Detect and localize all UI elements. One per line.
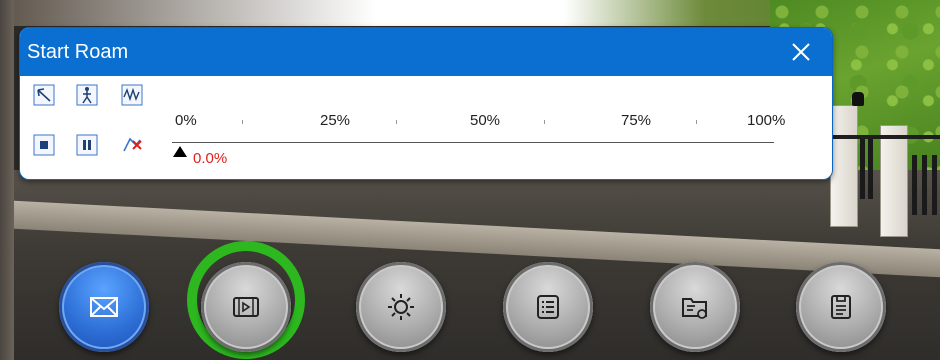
tick-label-100: 100% bbox=[747, 112, 786, 129]
walk-mode-icon bbox=[76, 84, 98, 106]
roam-toolbar bbox=[33, 84, 153, 169]
tick-label-25: 25% bbox=[320, 112, 351, 129]
wave-path-button[interactable] bbox=[121, 84, 143, 106]
minor-tick bbox=[242, 120, 243, 124]
walk-mode-button[interactable] bbox=[76, 84, 98, 106]
minor-tick bbox=[396, 120, 397, 124]
list-icon bbox=[537, 295, 559, 319]
dialog-titlebar: Start Roam bbox=[20, 28, 832, 76]
tick-label-0: 0% bbox=[175, 112, 197, 129]
wall-edge bbox=[0, 0, 14, 360]
video-button[interactable] bbox=[201, 262, 291, 352]
document-icon bbox=[831, 295, 851, 319]
roam-path-icon bbox=[33, 84, 55, 106]
mail-button[interactable] bbox=[59, 262, 149, 352]
dialog-title: Start Roam bbox=[27, 40, 129, 63]
folder-settings-button[interactable] bbox=[650, 262, 740, 352]
list-button[interactable] bbox=[503, 262, 593, 352]
tick-label-75: 75% bbox=[621, 112, 652, 129]
envelope-icon bbox=[90, 297, 118, 317]
sun-icon bbox=[388, 294, 414, 320]
stop-button[interactable] bbox=[33, 134, 55, 156]
pause-icon bbox=[76, 134, 98, 156]
lighting-button[interactable] bbox=[356, 262, 446, 352]
pause-button[interactable] bbox=[76, 134, 98, 156]
lamp-post bbox=[852, 92, 864, 106]
progress-track[interactable]: 0% 25% 50% 75% 100% 0.0% bbox=[172, 112, 792, 172]
wave-path-icon bbox=[121, 84, 143, 106]
folder-settings-icon bbox=[682, 298, 707, 319]
close-icon bbox=[792, 43, 810, 61]
progress-value: 0.0% bbox=[193, 150, 228, 167]
progress-marker[interactable] bbox=[173, 146, 187, 157]
minor-tick bbox=[696, 120, 697, 124]
film-play-icon bbox=[233, 297, 259, 317]
close-button[interactable] bbox=[781, 32, 821, 72]
tick-label-50: 50% bbox=[470, 112, 501, 129]
fence bbox=[820, 95, 940, 237]
stop-icon bbox=[33, 134, 55, 156]
report-button[interactable] bbox=[796, 262, 886, 352]
clear-path-icon bbox=[123, 137, 142, 152]
progress-line bbox=[172, 142, 774, 143]
start-roam-dialog: Start Roam 0% 25% 50% 75% 100% 0.0% bbox=[19, 27, 833, 180]
roam-path-button[interactable] bbox=[33, 84, 55, 106]
clear-path-button[interactable] bbox=[121, 134, 143, 156]
minor-tick bbox=[544, 120, 545, 124]
